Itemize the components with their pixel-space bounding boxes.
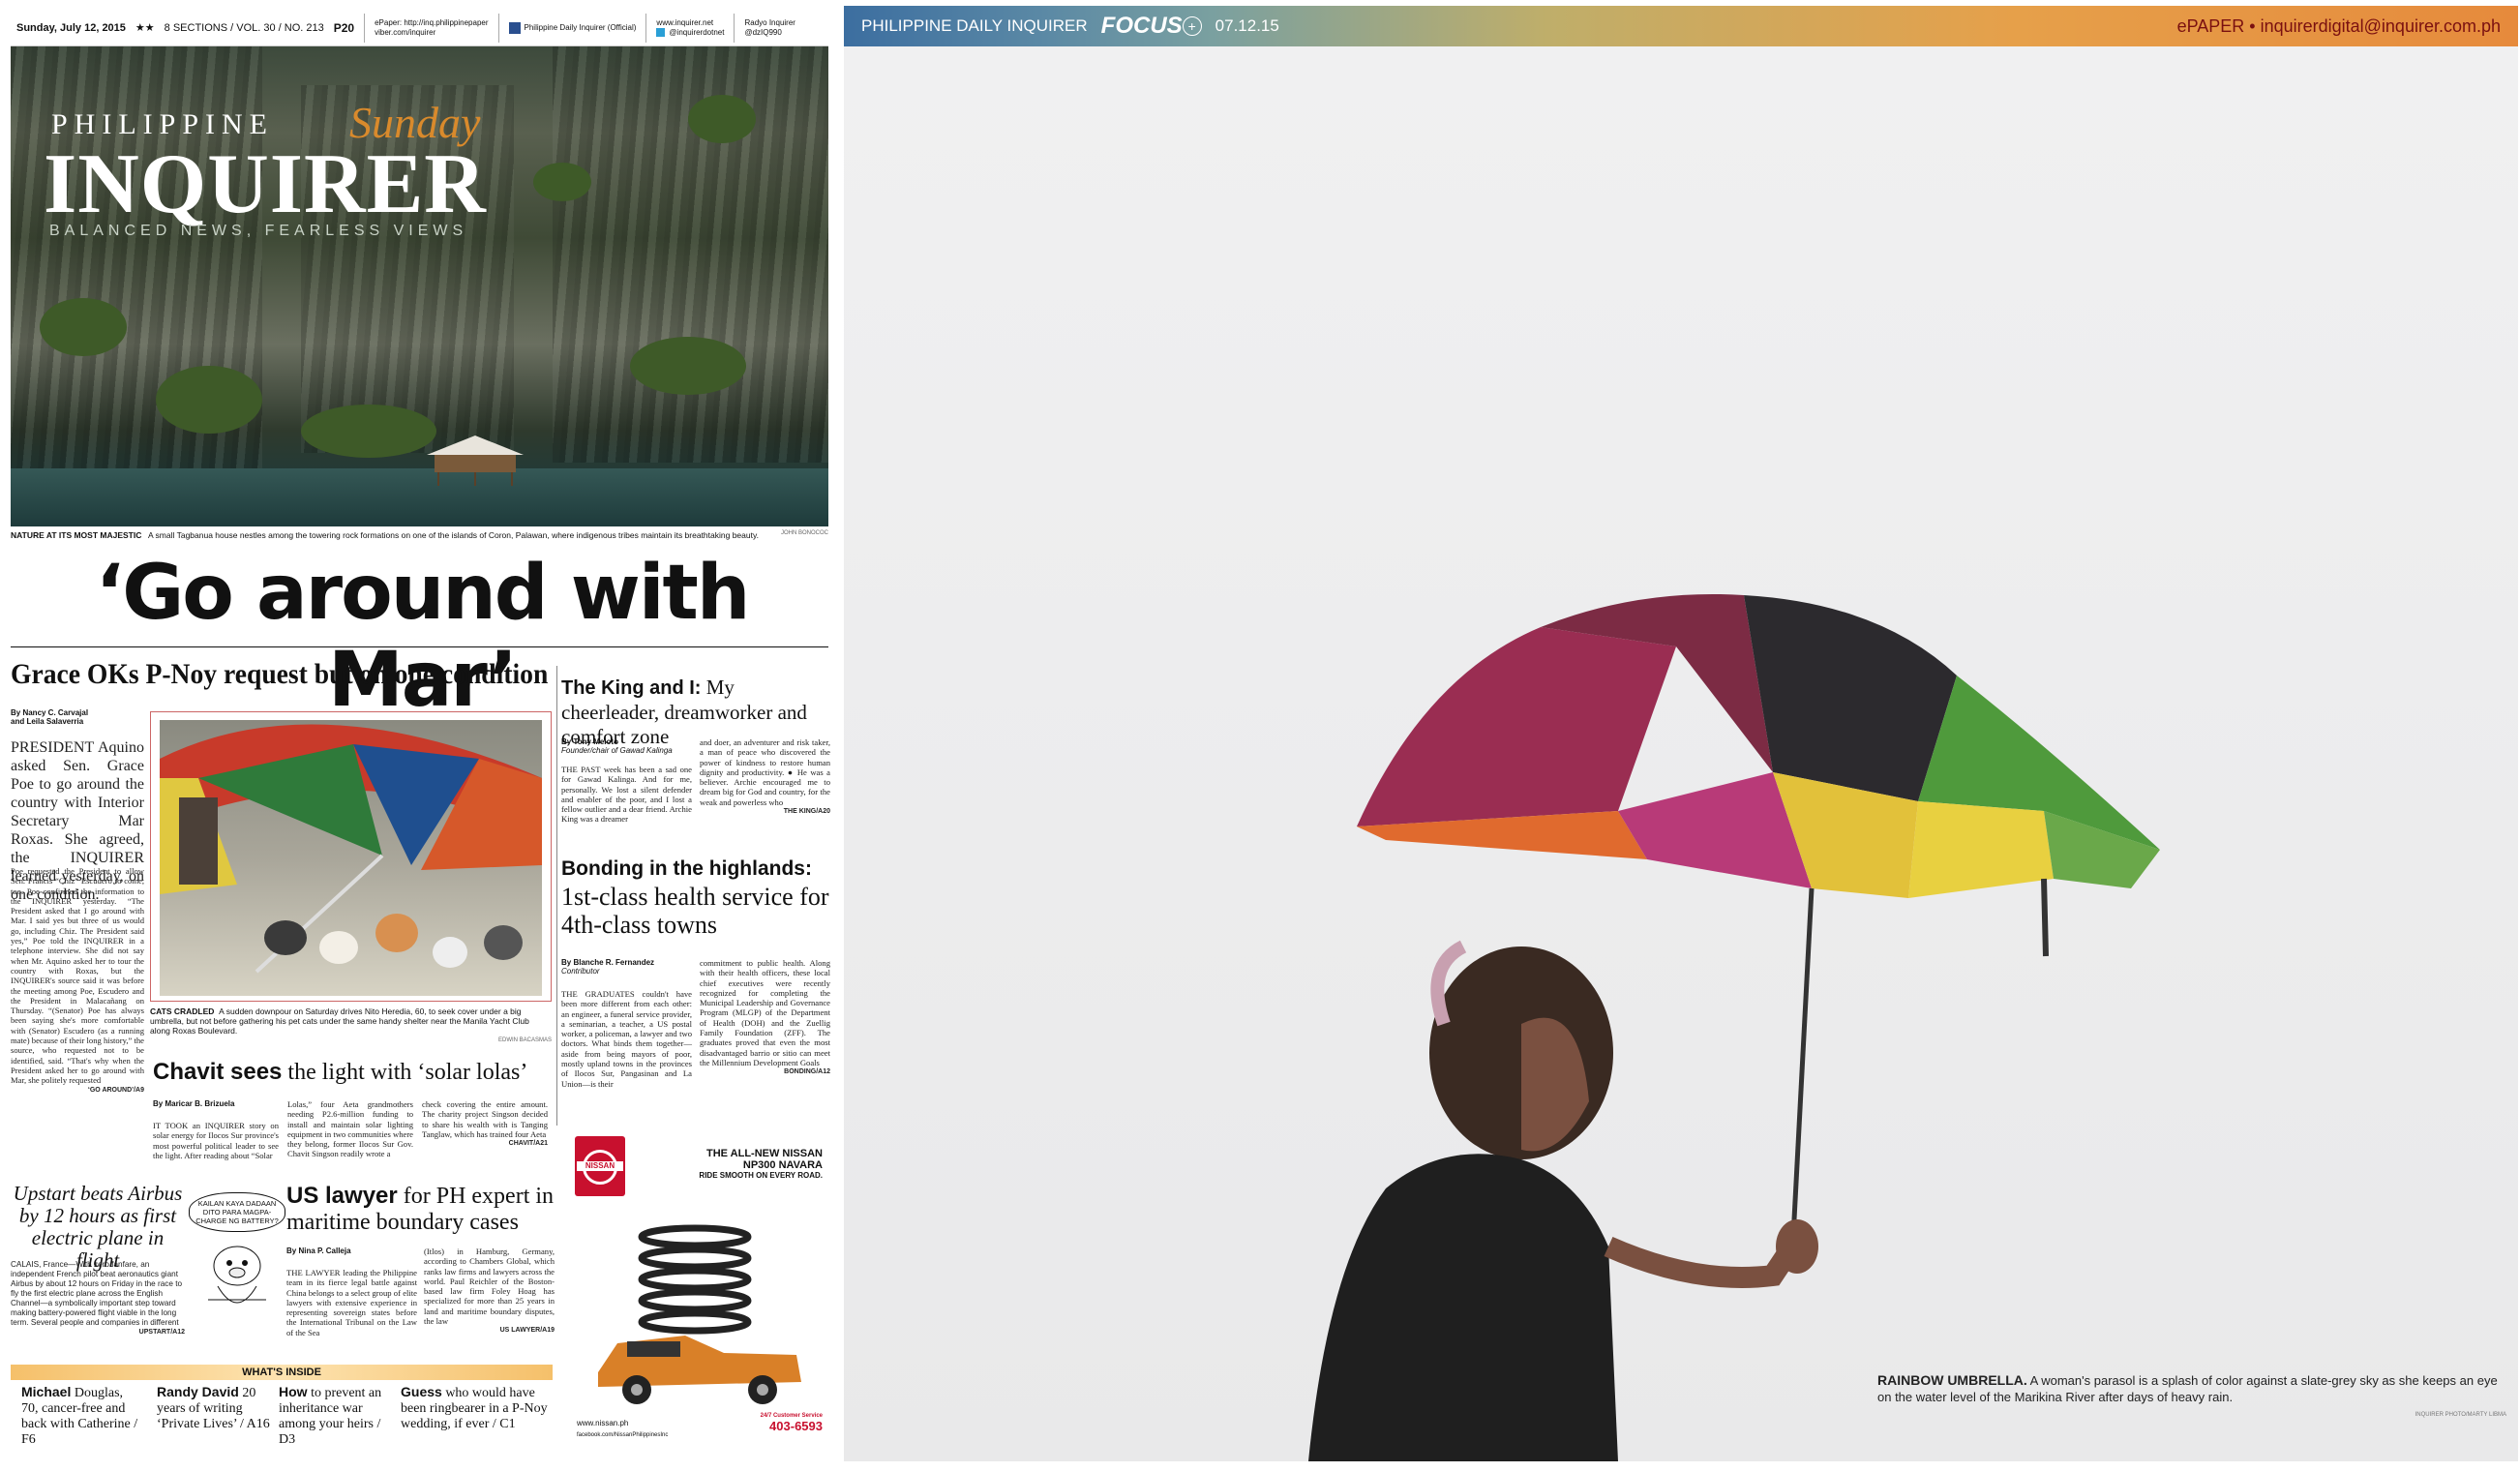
hut-illustration xyxy=(427,436,524,486)
foliage xyxy=(301,405,436,458)
chavit-col3: check covering the entire amount. The ch… xyxy=(422,1099,548,1149)
upstart-headline[interactable]: Upstart beats Airbus by 12 hours as firs… xyxy=(11,1183,185,1272)
masthead-inquirer: INQUIRER xyxy=(44,137,487,231)
whats-inside-band: WHAT'S INSIDE xyxy=(11,1365,553,1380)
epaper-link[interactable]: ePaper: http://inq.philippinepaper viber.… xyxy=(375,18,488,38)
jump-link[interactable]: BONDING/A12 xyxy=(700,1067,830,1077)
web-link[interactable]: www.inquirer.net @inquirerdotnet xyxy=(656,18,724,38)
hero-caption: NATURE AT ITS MOST MAJESTIC A small Tagb… xyxy=(11,530,828,540)
divider xyxy=(497,13,499,43)
foliage xyxy=(533,163,591,201)
right-caption: RAINBOW UMBRELLA. A woman's parasol is a… xyxy=(1877,1372,2506,1424)
foliage xyxy=(630,337,746,395)
uslawyer-col1: THE LAWYER leading the Philippine team i… xyxy=(286,1268,417,1337)
cats-photo xyxy=(160,720,542,996)
health-headline-1[interactable]: Bonding in the highlands: xyxy=(561,857,812,881)
ad-text: THE ALL-NEW NISSAN NP300 NAVARA RIDE SMO… xyxy=(699,1148,823,1180)
umbrella-woman-illustration xyxy=(1308,593,2160,1461)
epaper-contact[interactable]: ePAPER • inquirerdigital@inquirer.com.ph xyxy=(2177,16,2501,37)
truck-illustration xyxy=(598,1224,801,1404)
cartoon-speech-bubble: KAILAN KAYA DADAAN DITO PARA MAGPA-CHARG… xyxy=(189,1192,285,1232)
chavit-col1: IT TOOK an INQUIRER story on solar energ… xyxy=(153,1121,279,1160)
jump-link[interactable]: UPSTART/A12 xyxy=(11,1328,185,1337)
health-col1: THE GRADUATES couldn't have been more di… xyxy=(561,989,692,1089)
divider xyxy=(734,13,735,43)
nissan-logo-icon: NISSAN xyxy=(575,1136,625,1196)
inside-item[interactable]: Randy David 20 years of writing ‘Private… xyxy=(157,1384,278,1432)
nissan-ad[interactable]: NISSAN THE ALL-NEW NISSAN NP300 NAVARA R… xyxy=(569,1130,830,1457)
ad-hotline: 24/7 Customer Service 403-6593 xyxy=(760,1413,823,1433)
divider xyxy=(645,13,647,43)
photo-credit: EDWIN BACASMAS xyxy=(497,1037,552,1043)
radyo-link[interactable]: Radyo Inquirer @dzIQ990 xyxy=(744,18,795,38)
stars: ★★ xyxy=(135,22,155,34)
upstart-body: CALAIS, France—With zero fanfare, an ind… xyxy=(11,1260,185,1337)
king-col2: and doer, an adventurer and risk taker, … xyxy=(700,737,830,817)
main-subhead[interactable]: Grace OKs P-Noy request but on one condi… xyxy=(11,658,548,691)
uslawyer-headline[interactable]: US lawyer for PH expert in maritime boun… xyxy=(286,1183,567,1236)
chavit-byline: By Maricar B. Brizuela xyxy=(153,1099,235,1108)
photo-credit: INQUIRER PHOTO/MARTY LIBMA xyxy=(2415,1412,2506,1418)
plus-icon: + xyxy=(1182,16,1202,36)
cartoon-figure-icon xyxy=(208,1246,266,1304)
foliage xyxy=(156,366,262,434)
left-top-strip: Sunday, July 12, 2015 ★★ 8 SECTIONS / VO… xyxy=(11,10,828,46)
jump-link[interactable]: THE KING/A20 xyxy=(700,807,830,817)
right-header-strip: PHILIPPINE DAILY INQUIRER FOCUS + 07.12.… xyxy=(844,6,2518,46)
health-col2: commitment to public health. Along with … xyxy=(700,958,830,1078)
caption-kicker: RAINBOW UMBRELLA. xyxy=(1877,1372,2027,1388)
caption-kicker: NATURE AT ITS MOST MAJESTIC xyxy=(11,530,142,540)
section-date: 07.12.15 xyxy=(1215,16,1279,35)
issue-info: 8 SECTIONS / VOL. 30 / NO. 213 xyxy=(164,21,324,34)
uslawyer-col2: (Itlos) in Hamburg, Germany, according t… xyxy=(424,1247,555,1337)
inside-item[interactable]: Michael Douglas, 70, cancer-free and bac… xyxy=(21,1384,142,1448)
column-rule xyxy=(556,666,557,1126)
chavit-col2: Lolas,” four Aeta grandmothers needing P… xyxy=(287,1099,413,1159)
ad-website[interactable]: www.nissan.ph xyxy=(577,1419,628,1427)
facebook-icon xyxy=(508,21,521,34)
cartoon: KAILAN KAYA DADAAN DITO PARA MAGPA-CHARG… xyxy=(189,1192,285,1342)
health-headline-2[interactable]: 1st-class health service for 4th-class t… xyxy=(561,883,832,939)
page-date: Sunday, July 12, 2015 xyxy=(16,21,126,34)
foliage xyxy=(688,95,756,143)
section-name: FOCUS xyxy=(1100,13,1183,39)
twitter-icon xyxy=(656,27,666,37)
jump-link[interactable]: CHAVIT/A21 xyxy=(422,1139,548,1149)
jump-link[interactable]: ‘GO AROUND’/A9 xyxy=(11,1086,144,1096)
king-byline: By Tony Meloto Founder/chair of Gawad Ka… xyxy=(561,737,673,755)
inside-item[interactable]: Guess who would have been ringbearer in … xyxy=(401,1384,551,1432)
divider xyxy=(364,13,366,43)
health-byline: By Blanche R. Fernandez Contributor xyxy=(561,958,655,976)
masthead-tagline: BALANCED NEWS, FEARLESS VIEWS xyxy=(49,223,468,239)
main-body: Poe requested the President to allow Sen… xyxy=(11,866,144,1096)
divider xyxy=(11,646,828,647)
uslawyer-byline: By Nina P. Calleja xyxy=(286,1247,351,1255)
photo-credit: JOHN BONOCOC xyxy=(780,530,828,536)
page-number: P20 xyxy=(333,20,355,35)
ad-facebook[interactable]: facebook.com/NissanPhilippinesInc xyxy=(577,1432,668,1438)
foliage xyxy=(40,298,127,356)
inside-item[interactable]: How to prevent an inheritance war among … xyxy=(279,1384,400,1448)
paper-name: PHILIPPINE DAILY INQUIRER xyxy=(861,16,1088,35)
caption-text: A small Tagbanua house nestles among the… xyxy=(148,530,759,540)
cats-photo-frame xyxy=(150,711,552,1002)
umbrella-cats-illustration xyxy=(160,724,542,974)
chavit-headline[interactable]: Chavit sees the light with ‘solar lolas’ xyxy=(153,1059,559,1086)
hero-photo: PHILIPPINE Sunday INQUIRER BALANCED NEWS… xyxy=(11,46,828,526)
jump-link[interactable]: US LAWYER/A19 xyxy=(424,1326,555,1336)
king-col1: THE PAST week has been a sad one for Gaw… xyxy=(561,765,692,825)
facebook-link[interactable]: Philippine Daily Inquirer (Official) xyxy=(508,21,636,34)
main-byline: By Nancy C. Carvajal and Leila Salaverria xyxy=(11,708,89,726)
cats-caption: CATS CRADLED A sudden downpour on Saturd… xyxy=(150,1006,552,1043)
rainbow-umbrella-photo xyxy=(844,46,2518,1461)
